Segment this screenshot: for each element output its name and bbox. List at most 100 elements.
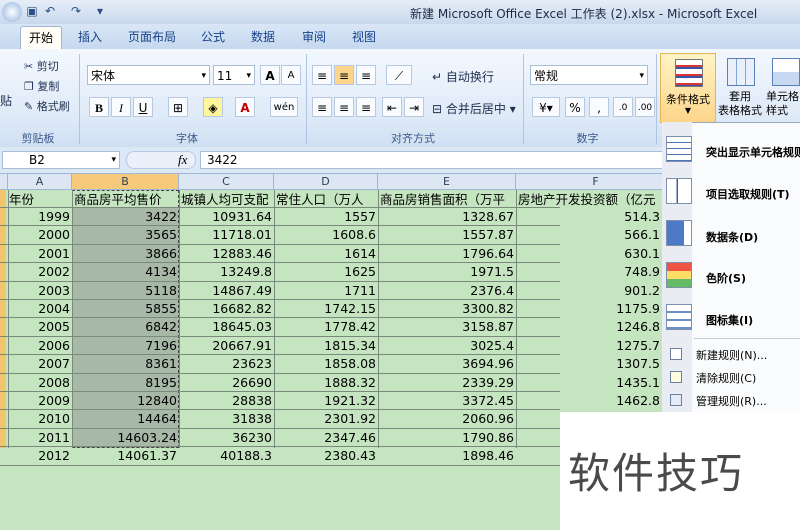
phonetic-button[interactable]: wén: [270, 97, 298, 117]
cell-a2[interactable]: 1999: [9, 208, 72, 225]
cell-c11[interactable]: 26690: [180, 374, 274, 391]
cell-b10[interactable]: 8361: [73, 355, 179, 372]
currency-icon[interactable]: ¥▾: [532, 97, 560, 117]
cell-e15[interactable]: 1898.46: [379, 447, 516, 464]
cell-f5[interactable]: 748.9: [517, 263, 662, 280]
font-name-combo[interactable]: 宋体 ▾: [87, 65, 210, 85]
cell-c10[interactable]: 23623: [180, 355, 274, 372]
cell-b7[interactable]: 5855: [73, 300, 179, 317]
cell-d8[interactable]: 1778.42: [275, 318, 378, 335]
cell-c5[interactable]: 13249.8: [180, 263, 274, 280]
cell-a4[interactable]: 2001: [9, 245, 72, 262]
cell-b6[interactable]: 5118: [73, 282, 179, 299]
cell-b9[interactable]: 7196: [73, 337, 179, 354]
cell-d9[interactable]: 1815.34: [275, 337, 378, 354]
copy-button[interactable]: ❐ 复制: [24, 78, 59, 94]
cell-b13[interactable]: 14464: [73, 410, 179, 427]
shrink-font-button[interactable]: A: [281, 65, 301, 85]
cell-f7[interactable]: 1175.9: [517, 300, 662, 317]
menu-item-top-bottom-rules[interactable]: 项目选取规则(T): [706, 186, 800, 202]
cell-a13[interactable]: 2010: [9, 410, 72, 427]
cell-a14[interactable]: 2011: [9, 429, 72, 446]
cell-d4[interactable]: 1614: [275, 245, 378, 262]
cell-e9[interactable]: 3025.4: [379, 337, 516, 354]
decrease-decimal-icon[interactable]: .00: [635, 97, 655, 117]
cell-d12[interactable]: 1921.32: [275, 392, 378, 409]
cell-c14[interactable]: 36230: [180, 429, 274, 446]
qat-customize-icon[interactable]: ▾: [92, 3, 108, 19]
cell-c13[interactable]: 31838: [180, 410, 274, 427]
redo-icon[interactable]: ↷: [68, 3, 84, 19]
borders-icon[interactable]: ⊞: [168, 97, 188, 117]
cell-f6[interactable]: 901.2: [517, 282, 662, 299]
font-color-icon[interactable]: A: [235, 97, 255, 117]
tab-formulas[interactable]: 公式: [195, 26, 231, 48]
cell-f1[interactable]: 房地产开发投资额（亿元: [517, 191, 662, 208]
save-icon[interactable]: ▣: [24, 3, 40, 19]
tab-page-layout[interactable]: 页面布局: [122, 26, 182, 48]
cell-c4[interactable]: 12883.46: [180, 245, 274, 262]
merge-center-button[interactable]: ⊟ 合并后居中 ▾: [432, 100, 516, 117]
cell-d15[interactable]: 2380.43: [275, 447, 378, 464]
cell-f4[interactable]: 630.1: [517, 245, 662, 262]
col-header-b[interactable]: B: [72, 174, 179, 190]
cell-e10[interactable]: 3694.96: [379, 355, 516, 372]
cell-b12[interactable]: 12840: [73, 392, 179, 409]
cell-d14[interactable]: 2347.46: [275, 429, 378, 446]
cell-a7[interactable]: 2004: [9, 300, 72, 317]
bold-button[interactable]: B: [89, 97, 109, 117]
cell-e12[interactable]: 3372.45: [379, 392, 516, 409]
cell-a5[interactable]: 2002: [9, 263, 72, 280]
cell-e8[interactable]: 3158.87: [379, 318, 516, 335]
cell-a11[interactable]: 2008: [9, 374, 72, 391]
increase-indent-icon[interactable]: ⇥: [404, 97, 424, 117]
cell-d7[interactable]: 1742.15: [275, 300, 378, 317]
cell-e5[interactable]: 1971.5: [379, 263, 516, 280]
cell-c2[interactable]: 10931.64: [180, 208, 274, 225]
align-top-icon[interactable]: ≡: [312, 65, 332, 85]
cell-e7[interactable]: 3300.82: [379, 300, 516, 317]
cell-f9[interactable]: 1275.7: [517, 337, 662, 354]
cell-a3[interactable]: 2000: [9, 226, 72, 243]
cell-b11[interactable]: 8195: [73, 374, 179, 391]
menu-item-manage-rules[interactable]: 管理规则(R)...: [696, 393, 800, 409]
cell-b14[interactable]: 14603.24: [73, 429, 179, 446]
insert-function-icon[interactable]: fx: [178, 152, 187, 168]
cell-c7[interactable]: 16682.82: [180, 300, 274, 317]
cell-f11[interactable]: 1435.1: [517, 374, 662, 391]
menu-item-color-scales[interactable]: 色阶(S): [706, 270, 800, 286]
tab-home[interactable]: 开始: [20, 26, 62, 49]
cell-a8[interactable]: 2005: [9, 318, 72, 335]
align-center-icon[interactable]: ≡: [334, 97, 354, 117]
increase-decimal-icon[interactable]: .0: [613, 97, 633, 117]
cell-c3[interactable]: 11718.01: [180, 226, 274, 243]
tab-data[interactable]: 数据: [245, 26, 281, 48]
cell-d13[interactable]: 2301.92: [275, 410, 378, 427]
cell-e6[interactable]: 2376.4: [379, 282, 516, 299]
grow-font-button[interactable]: A: [260, 65, 280, 85]
menu-item-highlight-rules[interactable]: 突出显示单元格规则(H): [706, 144, 800, 160]
col-header-c[interactable]: C: [179, 174, 274, 190]
cell-e14[interactable]: 1790.86: [379, 429, 516, 446]
align-left-icon[interactable]: ≡: [312, 97, 332, 117]
decrease-indent-icon[interactable]: ⇤: [382, 97, 402, 117]
undo-icon[interactable]: ↶: [42, 3, 58, 19]
cell-d1[interactable]: 常住人口（万人: [275, 191, 378, 208]
select-all-corner[interactable]: [0, 174, 8, 190]
col-header-d[interactable]: D: [274, 174, 378, 190]
cell-b3[interactable]: 3565: [73, 226, 179, 243]
cell-c8[interactable]: 18645.03: [180, 318, 274, 335]
align-middle-icon[interactable]: ≡: [334, 65, 354, 85]
cell-c1[interactable]: 城镇人均可支配: [180, 191, 274, 208]
cell-f8[interactable]: 1246.8: [517, 318, 662, 335]
percent-button[interactable]: %: [565, 97, 585, 117]
cell-f2[interactable]: 514.3: [517, 208, 662, 225]
italic-button[interactable]: I: [111, 97, 131, 117]
cell-d10[interactable]: 1858.08: [275, 355, 378, 372]
paste-button[interactable]: 贴: [0, 92, 12, 109]
tab-view[interactable]: 视图: [346, 26, 382, 48]
cell-a12[interactable]: 2009: [9, 392, 72, 409]
menu-item-new-rule[interactable]: 新建规则(N)...: [696, 347, 800, 363]
align-right-icon[interactable]: ≡: [356, 97, 376, 117]
menu-item-clear-rules[interactable]: 清除规则(C): [696, 370, 800, 386]
